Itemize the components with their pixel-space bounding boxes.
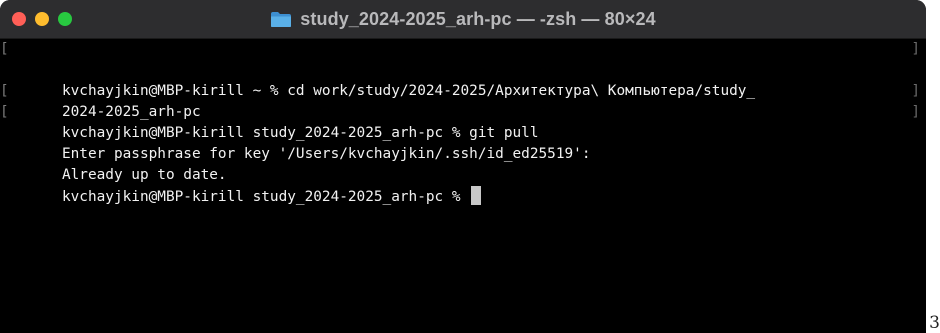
line-mark-right: ] [911, 41, 920, 57]
text-cursor [471, 186, 482, 205]
line-mark-left: [ [0, 104, 9, 120]
line-mark-right: ] [911, 83, 920, 99]
window-title: study_2024-2025_arh-pc — -zsh — 80×24 [300, 8, 656, 29]
prompt-text: kvchayjkin@MBP-kirill study_2024-2025_ar… [61, 189, 470, 205]
line-text: Already up to date. [61, 167, 227, 183]
terminal-window: study_2024-2025_arh-pc — -zsh — 80×24 [ … [0, 0, 926, 333]
page-number: 3 [929, 313, 940, 333]
line-mark-right: ] [911, 104, 920, 120]
terminal-line: [ kvchayjkin@MBP-kirill ~ % cd work/stud… [0, 39, 920, 99]
terminal-line: [ kvchayjkin@MBP-kirill study_2024-2025_… [0, 81, 920, 141]
terminal-output[interactable]: [ kvchayjkin@MBP-kirill ~ % cd work/stud… [0, 39, 926, 333]
window-title-group: study_2024-2025_arh-pc — -zsh — 80×24 [0, 0, 926, 38]
title-bar[interactable]: study_2024-2025_arh-pc — -zsh — 80×24 [0, 0, 926, 39]
terminal-line: [ Enter passphrase for key '/Users/kvcha… [0, 102, 920, 162]
line-mark-left: [ [0, 41, 9, 57]
folder-icon [270, 11, 292, 28]
terminal-line: 2024-2025_arh-pc [4, 60, 920, 120]
line-mark-left: [ [0, 83, 9, 99]
terminal-line: Already up to date. [4, 123, 920, 183]
terminal-prompt-line[interactable]: kvchayjkin@MBP-kirill study_2024-2025_ar… [4, 144, 920, 205]
